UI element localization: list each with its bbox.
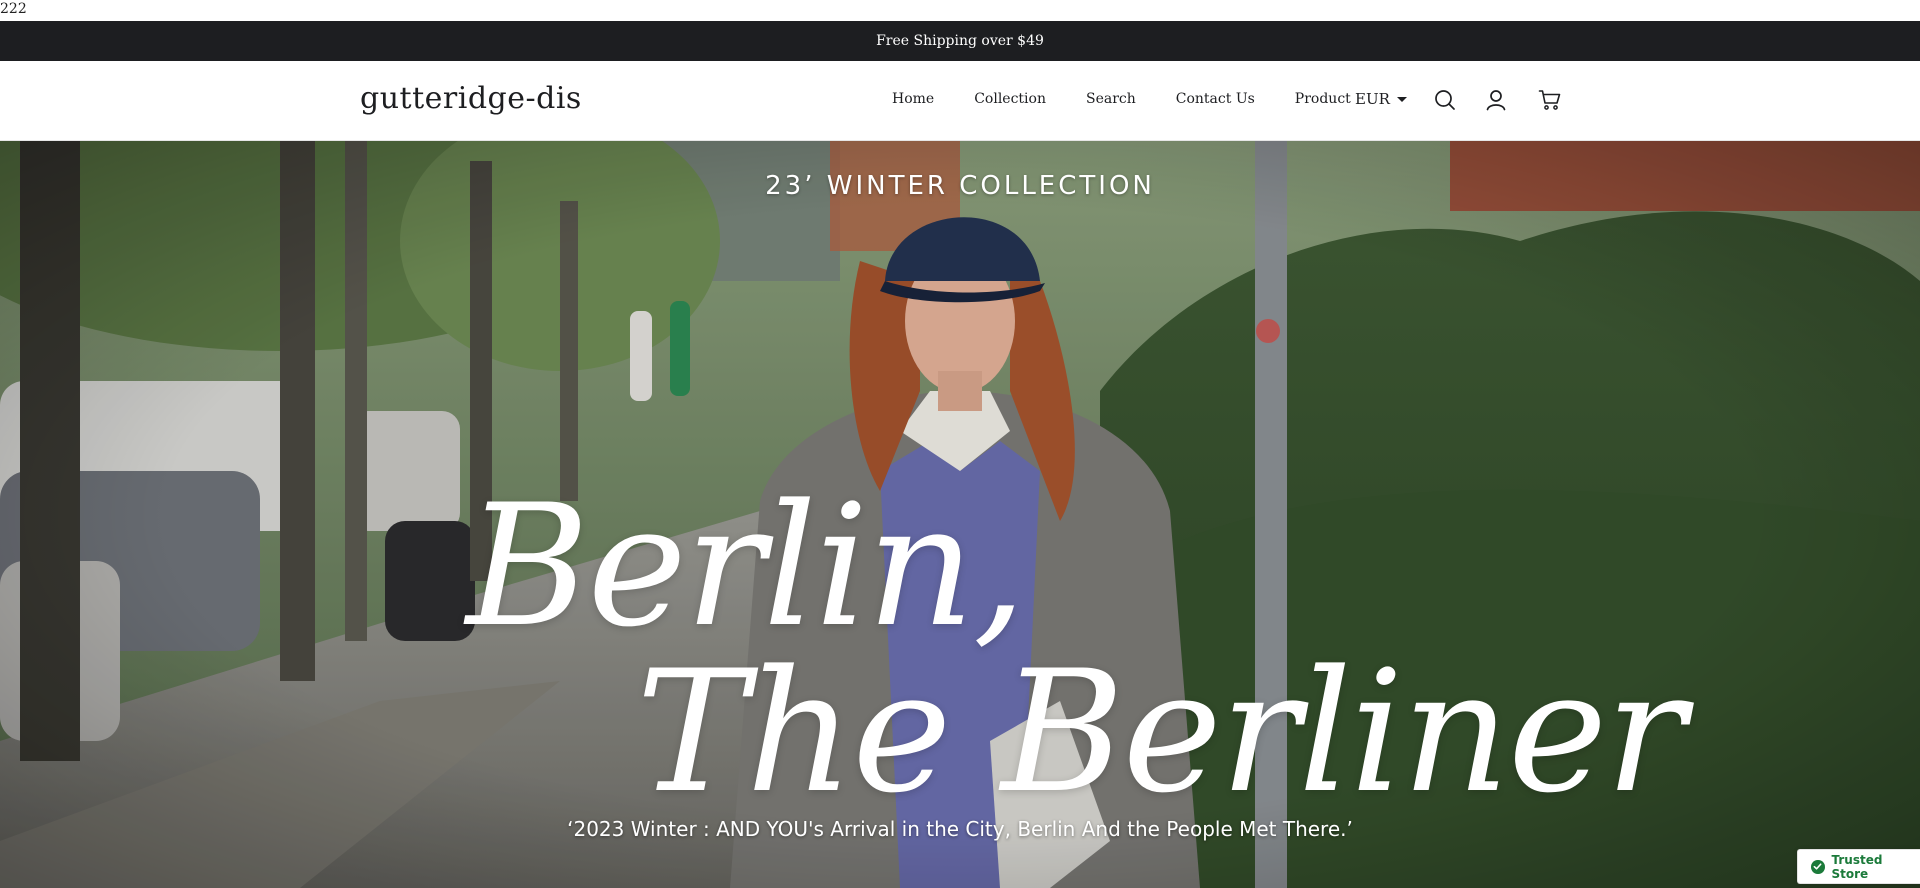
- shield-check-icon: [1811, 859, 1825, 874]
- main-nav: Home Collection Search Contact Us Produc…: [892, 91, 1351, 107]
- currency-selector[interactable]: EUR: [1355, 90, 1407, 108]
- trusted-store-label: Trusted Store: [1831, 852, 1883, 881]
- hero-headline-line2: The Berliner: [636, 634, 1686, 830]
- trusted-store-badge[interactable]: Trusted Store: [1797, 849, 1920, 884]
- nav-item-home[interactable]: Home: [892, 91, 934, 107]
- nav-item-contact-us[interactable]: Contact Us: [1176, 91, 1255, 107]
- debug-text: 222: [0, 1, 27, 17]
- announcement-bar: Free Shipping over $49: [0, 21, 1920, 61]
- hero-headline-line1: Berlin,: [466, 468, 1026, 664]
- caret-down-icon: [1396, 96, 1407, 102]
- site-logo[interactable]: gutteridge-dis: [360, 81, 582, 116]
- nav-item-product[interactable]: Product: [1295, 91, 1351, 107]
- currency-label: EUR: [1355, 90, 1390, 108]
- hero-subtitle: ‘2023 Winter : AND YOU's Arrival in the …: [567, 817, 1353, 841]
- cart-icon[interactable]: [1538, 88, 1562, 112]
- hero-eyebrow: 23’ WINTER COLLECTION: [765, 171, 1155, 201]
- site-header: gutteridge-dis Home Collection Search Co…: [0, 61, 1920, 141]
- nav-item-collection[interactable]: Collection: [974, 91, 1046, 107]
- announcement-text: Free Shipping over $49: [876, 33, 1044, 49]
- nav-item-search[interactable]: Search: [1086, 91, 1136, 107]
- search-icon[interactable]: [1433, 88, 1457, 112]
- hero-banner[interactable]: 23’ WINTER COLLECTION Berlin, The Berlin…: [0, 141, 1920, 888]
- account-icon[interactable]: [1484, 88, 1508, 112]
